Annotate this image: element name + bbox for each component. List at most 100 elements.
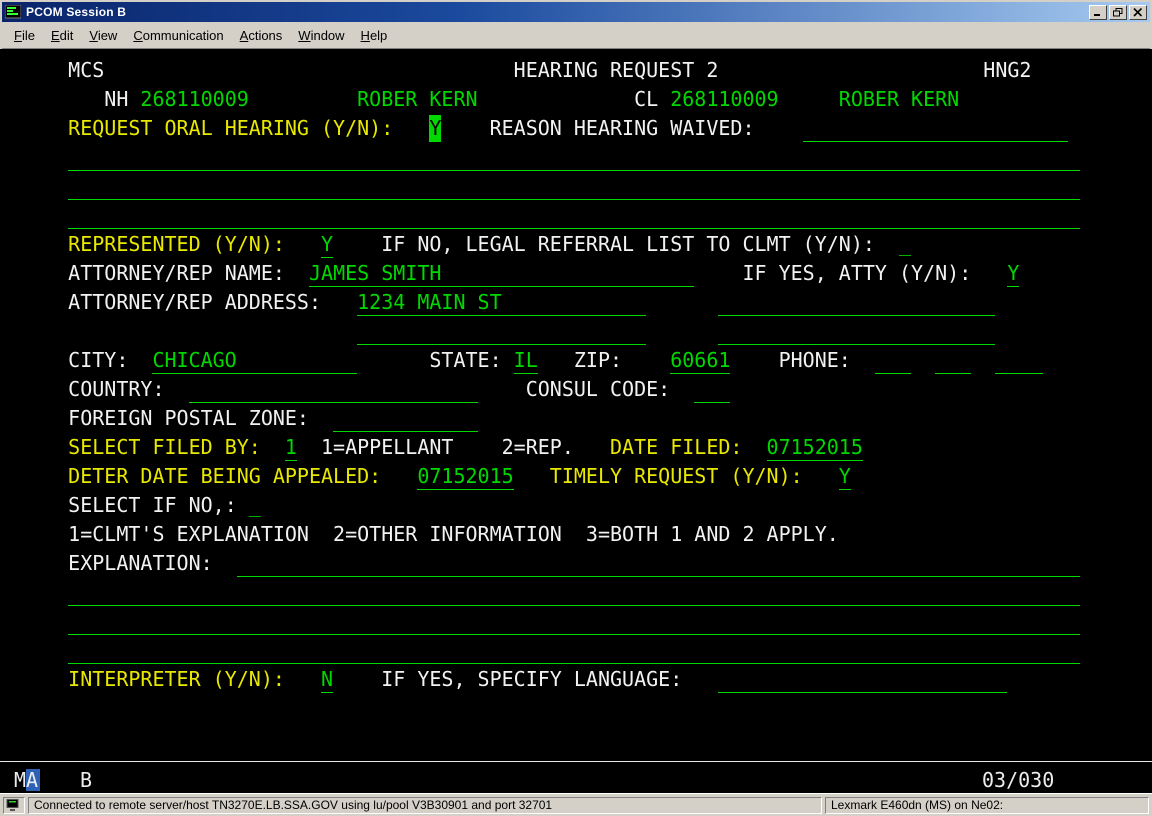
terminal-text: SELECT IF NO,: bbox=[68, 492, 237, 519]
terminal-text: FOREIGN POSTAL ZONE: bbox=[68, 405, 309, 432]
terminal-row: COUNTRY: CONSUL CODE: bbox=[20, 376, 1152, 405]
oia-cursor-position: 03/030 bbox=[982, 766, 1054, 794]
terminal-field[interactable] bbox=[803, 115, 1068, 142]
terminal-text: HEARING REQUEST 2 bbox=[514, 57, 719, 84]
terminal-field[interactable] bbox=[68, 579, 1079, 606]
restore-button[interactable] bbox=[1109, 5, 1127, 20]
oia-indicators: MA bbox=[14, 766, 38, 794]
terminal-text: DATE FILED: bbox=[610, 434, 742, 461]
pcom-window: PCOM Session B File Edit View Communicat… bbox=[0, 0, 1152, 816]
terminal-field[interactable] bbox=[68, 202, 1079, 229]
terminal-text: MCS bbox=[68, 57, 104, 84]
terminal-field[interactable] bbox=[68, 608, 1079, 635]
terminal-row bbox=[20, 144, 1152, 173]
terminal-field[interactable] bbox=[995, 347, 1043, 374]
terminal-row: SELECT IF NO,: _ bbox=[20, 492, 1152, 521]
menu-bar: File Edit View Communication Actions Win… bbox=[2, 22, 1150, 49]
menu-view[interactable]: View bbox=[81, 24, 125, 47]
terminal-field[interactable]: 07152015 bbox=[417, 463, 513, 490]
terminal-field[interactable]: 1 bbox=[285, 434, 297, 461]
terminal-field[interactable]: Y bbox=[1007, 260, 1019, 287]
terminal-text: 268110009 bbox=[140, 86, 248, 113]
terminal-row: ATTORNEY/REP NAME:JAMES SMITH IF YES, AT… bbox=[20, 260, 1152, 289]
terminal-field[interactable] bbox=[875, 347, 911, 374]
terminal-field[interactable]: 60661 bbox=[670, 347, 730, 374]
close-button[interactable] bbox=[1129, 5, 1147, 20]
printer-status: Lexmark E460dn (MS) on Ne02: bbox=[825, 797, 1149, 814]
oia-session-id: B bbox=[80, 766, 92, 794]
terminal-row: 1=CLMT'S EXPLANATION 2=OTHER INFORMATION… bbox=[20, 521, 1152, 550]
title-bar[interactable]: PCOM Session B bbox=[2, 2, 1150, 22]
terminal-text: 1=CLMT'S EXPLANATION 2=OTHER INFORMATION… bbox=[68, 521, 839, 548]
terminal-field[interactable] bbox=[502, 289, 646, 316]
terminal-field[interactable] bbox=[718, 318, 995, 345]
app-icon bbox=[5, 5, 21, 19]
terminal-field[interactable] bbox=[189, 376, 478, 403]
terminal-field[interactable] bbox=[68, 144, 1079, 171]
terminal-field[interactable] bbox=[237, 347, 357, 374]
terminal-text: COUNTRY: bbox=[68, 376, 164, 403]
terminal-row bbox=[20, 579, 1152, 608]
terminal-text: 2=REP. bbox=[502, 434, 574, 461]
operator-information-area: MA B 03/030 bbox=[0, 766, 1152, 794]
terminal-row: REQUEST ORAL HEARING (Y/N):YREASON HEARI… bbox=[20, 115, 1152, 144]
terminal-row: FOREIGN POSTAL ZONE: bbox=[20, 405, 1152, 434]
terminal-field[interactable] bbox=[694, 376, 730, 403]
terminal-field[interactable] bbox=[237, 550, 1080, 577]
terminal-field[interactable] bbox=[718, 289, 995, 316]
terminal-text: 268110009 bbox=[670, 86, 778, 113]
terminal-field[interactable]: Y bbox=[839, 463, 851, 490]
terminal-text: STATE: bbox=[429, 347, 501, 374]
terminal-text: IF YES, SPECIFY LANGUAGE: bbox=[381, 666, 682, 693]
terminal-row: MCSHEARING REQUEST 2HNG2 bbox=[20, 57, 1152, 86]
terminal-text: SELECT FILED BY: bbox=[68, 434, 261, 461]
menu-window[interactable]: Window bbox=[290, 24, 352, 47]
window-frame: PCOM Session B File Edit View Communicat… bbox=[0, 0, 1152, 49]
terminal-field[interactable] bbox=[935, 347, 971, 374]
minimize-button[interactable] bbox=[1089, 5, 1107, 20]
terminal-field[interactable]: N bbox=[321, 666, 333, 693]
terminal-text: _ bbox=[249, 492, 261, 519]
terminal-text: CL bbox=[634, 86, 658, 113]
menu-actions[interactable]: Actions bbox=[232, 24, 291, 47]
menu-help[interactable]: Help bbox=[353, 24, 396, 47]
terminal-field[interactable]: 1234 MAIN ST bbox=[357, 289, 502, 316]
terminal-text: NH bbox=[104, 86, 128, 113]
menu-edit[interactable]: Edit bbox=[43, 24, 81, 47]
terminal-field[interactable]: IL bbox=[514, 347, 538, 374]
terminal-text: ROBER KERN bbox=[839, 86, 959, 113]
terminal-field[interactable] bbox=[441, 260, 694, 287]
connection-icon bbox=[3, 797, 25, 814]
terminal-text: IF NO, LEGAL REFERRAL LIST TO CLMT (Y/N)… bbox=[381, 231, 875, 258]
terminal-field[interactable] bbox=[333, 405, 477, 432]
terminal-text: PHONE: bbox=[779, 347, 851, 374]
terminal-row: CITY:CHICAGO STATE:ILZIP:60661PHONE: bbox=[20, 347, 1152, 376]
terminal-field[interactable]: JAMES SMITH bbox=[309, 260, 441, 287]
terminal-field[interactable]: CHICAGO bbox=[152, 347, 236, 374]
terminal-field[interactable] bbox=[357, 318, 646, 345]
terminal-cursor[interactable]: Y bbox=[429, 115, 441, 142]
terminal-row: EXPLANATION: bbox=[20, 550, 1152, 579]
terminal-row: SELECT FILED BY: 1 1=APPELLANT 2=REP. DATE F… bbox=[20, 434, 1152, 463]
terminal-text: ATTORNEY/REP ADDRESS: bbox=[68, 289, 321, 316]
terminal-text: REPRESENTED (Y/N): bbox=[68, 231, 285, 258]
terminal-field[interactable]: 07152015 bbox=[767, 434, 863, 461]
terminal-row: INTERPRETER (Y/N):NIF YES, SPECIFY LANGU… bbox=[20, 666, 1152, 695]
terminal-row: ATTORNEY/REP ADDRESS: 1234 MAIN ST bbox=[20, 289, 1152, 318]
terminal-emulator-area[interactable]: MCSHEARING REQUEST 2HNG2NH268110009ROBER… bbox=[0, 49, 1152, 793]
terminal-text: ATTORNEY/REP NAME: bbox=[68, 260, 285, 287]
terminal-text: ROBER KERN bbox=[357, 86, 477, 113]
menu-communication[interactable]: Communication bbox=[125, 24, 231, 47]
terminal-text: EXPLANATION: bbox=[68, 550, 213, 577]
terminal-row bbox=[20, 173, 1152, 202]
menu-file[interactable]: File bbox=[6, 24, 43, 47]
terminal-field[interactable] bbox=[68, 637, 1079, 664]
terminal-field[interactable] bbox=[68, 173, 1079, 200]
terminal-text: ZIP: bbox=[574, 347, 622, 374]
terminal-field[interactable]: Y bbox=[321, 231, 333, 258]
terminal-field[interactable] bbox=[718, 666, 1007, 693]
terminal-row: NH 268110009 ROBER KERN CL 268110009 ROBER KE… bbox=[20, 86, 1152, 115]
terminal-text: 1=APPELLANT bbox=[321, 434, 453, 461]
terminal-row bbox=[20, 637, 1152, 666]
terminal-row bbox=[20, 608, 1152, 637]
